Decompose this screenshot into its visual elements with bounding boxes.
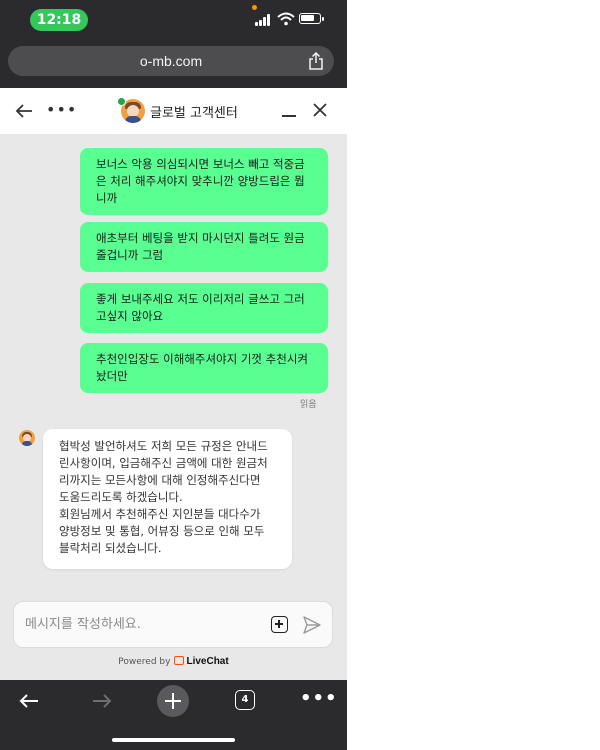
message-input[interactable]: 메시지를 작성하세요. xyxy=(25,602,141,647)
online-status-dot xyxy=(117,97,126,106)
more-menu-icon[interactable]: ••• xyxy=(300,688,338,709)
message-line: 추천인입장도 이해해주셔야지 기껏 추천시켜 xyxy=(96,352,308,366)
address-bar[interactable]: o-mb.com xyxy=(8,46,334,76)
phone-screen: 12:18 o-mb.com ••• 글로벌 고객센터 보너스 악용 의심되시면… xyxy=(0,0,347,750)
message-line: 줄겁니까 그럼 xyxy=(96,248,164,262)
powered-by: Powered by LiveChat xyxy=(0,656,347,667)
new-tab-button[interactable] xyxy=(157,685,189,717)
agent-avatar-small xyxy=(19,430,35,446)
browser-forward-icon[interactable] xyxy=(91,692,113,710)
chat-body[interactable]: 보너스 악용 의심되시면 보너스 빼고 적중금 은 처리 해주셔야지 맞추니깐 … xyxy=(0,134,347,680)
powered-by-label: Powered by xyxy=(118,657,171,667)
chat-title: 글로벌 고객센터 xyxy=(150,106,238,121)
url-text: o-mb.com xyxy=(139,53,203,69)
browser-toolbar: 4 ••• xyxy=(0,680,347,750)
message-line: 린사항이며, 입금해주신 금액에 대한 원금처 xyxy=(59,456,268,470)
chat-menu-icon[interactable]: ••• xyxy=(46,100,77,119)
message-line: 보너스 악용 의심되시면 보너스 빼고 적중금 xyxy=(96,157,305,171)
livechat-brand[interactable]: LiveChat xyxy=(186,656,228,667)
browser-back-icon[interactable] xyxy=(18,692,40,710)
back-arrow-icon[interactable] xyxy=(14,102,34,120)
outgoing-message: 추천인입장도 이해해주셔야지 기껏 추천시켜 놨더만 xyxy=(80,343,328,393)
cellular-signal-icon xyxy=(255,14,273,26)
message-line: 좋게 보내주세요 저도 이리저리 글쓰고 그러 xyxy=(96,292,305,306)
message-line: 회원님께서 추천해주신 지인분들 대다수가 xyxy=(59,507,261,521)
tabs-button[interactable]: 4 xyxy=(235,690,255,710)
read-receipt: 읽음 xyxy=(300,400,317,410)
message-line: 도움드리도록 하겠습니다. xyxy=(59,490,183,504)
incoming-message: 협박성 발언하셔도 저희 모든 규정은 안내드 린사항이며, 입금해주신 금액에… xyxy=(43,429,292,569)
battery-icon xyxy=(299,13,324,24)
wifi-icon xyxy=(277,12,295,26)
outgoing-message: 좋게 보내주세요 저도 이리저리 글쓰고 그러 고싶지 않아요 xyxy=(80,283,328,333)
message-line: 놨더만 xyxy=(96,369,128,383)
livechat-logo-icon xyxy=(174,656,185,665)
mic-indicator-dot xyxy=(252,5,257,10)
status-bar: 12:18 xyxy=(0,0,347,40)
message-line: 고싶지 않아요 xyxy=(96,309,164,323)
message-composer[interactable]: 메시지를 작성하세요. xyxy=(13,601,333,648)
outgoing-message: 애초부터 베팅을 받지 마시던지 틀려도 원금 줄겁니까 그럼 xyxy=(80,222,328,272)
message-line: 니까 xyxy=(96,191,118,205)
home-indicator xyxy=(112,738,235,742)
outgoing-message: 보너스 악용 의심되시면 보너스 빼고 적중금 은 처리 해주셔야지 맞추니깐 … xyxy=(80,148,328,215)
message-line: 은 처리 해주셔야지 맞추니깐 양방드립은 뭡 xyxy=(96,174,305,188)
message-line: 애초부터 베팅을 받지 마시던지 틀려도 원금 xyxy=(96,231,305,245)
attach-icon[interactable] xyxy=(271,616,288,633)
message-line: 블락처리 되셨습니다. xyxy=(59,541,162,555)
share-icon[interactable] xyxy=(308,52,324,70)
status-time: 12:18 xyxy=(30,9,88,31)
send-icon[interactable] xyxy=(302,615,322,635)
chat-header: ••• 글로벌 고객센터 xyxy=(0,88,347,134)
message-line: 양방정보 및 통협, 어뷰징 등으로 인해 모두 xyxy=(59,524,265,538)
minimize-icon[interactable] xyxy=(282,115,296,117)
message-line: 협박성 발언하셔도 저희 모든 규정은 안내드 xyxy=(59,439,268,453)
close-icon[interactable] xyxy=(312,102,328,118)
message-line: 리까지는 모든사항에 대해 인정해주신다면 xyxy=(59,473,261,487)
